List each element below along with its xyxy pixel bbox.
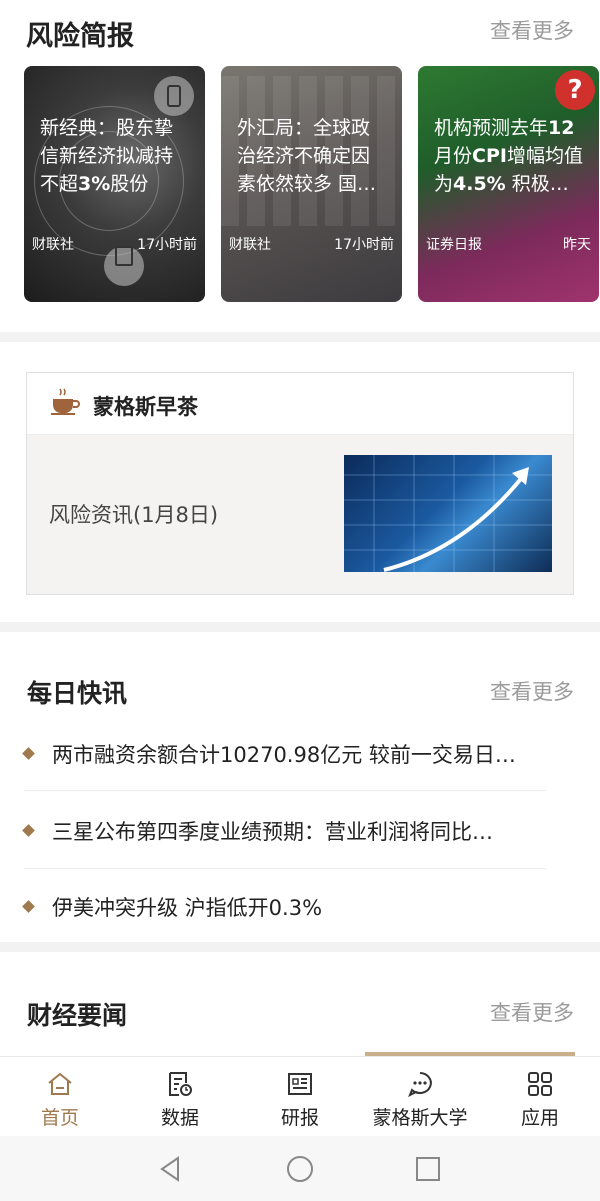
morning-tea-card[interactable]: 蒙格斯早茶 风险资讯(1月8日) [26,372,574,595]
apps-icon [528,1072,552,1096]
tab-label: 应用 [520,1107,559,1129]
tab-label: 首页 [40,1107,79,1129]
home-circle-icon[interactable] [285,1154,315,1184]
news-item[interactable]: 两市融资余额合计10270.98亿元 较前一交易日… [22,715,546,793]
risk-card-time: 昨天 [563,237,591,253]
daily-news-section: 每日快讯 查看更多 两市融资余额合计10270.98亿元 较前一交易日… 三星公… [0,632,600,942]
daily-news-title: 每日快讯 [27,679,128,708]
data-icon [169,1072,192,1096]
news-item[interactable]: 伊美冲突升级 沪指低开0.3% [22,868,546,946]
section-divider [0,332,600,342]
risk-card-time: 17小时前 [137,237,197,253]
divider [24,790,546,791]
risk-card-text: 机构预测去年12月份CPI增幅均值为4.5% 积极… [434,117,583,195]
risk-card-text: 外汇局：全球政治经济不确定因素依然较多 国… [237,117,377,195]
bottom-tab-bar: 首页 数据 研报 蒙格斯大学 应用 [0,1056,600,1136]
risk-brief-section: 风险简报 查看更多 新经典：股东挚信新经济拟减持不超3%股份 财联社 17小时前… [0,0,600,332]
morning-tea-thumbnail [344,455,552,572]
risk-card-source: 证券日报 [426,237,482,253]
question-icon: ? [555,70,595,110]
section-divider [0,942,600,952]
risk-brief-title: 风险简报 [26,21,134,52]
risk-card[interactable]: 新经典：股东挚信新经济拟减持不超3%股份 财联社 17小时前 [24,66,205,302]
section-divider [0,622,600,632]
risk-brief-more-link[interactable]: 查看更多 [490,15,574,45]
morning-tea-title: 蒙格斯早茶 [93,395,198,419]
morning-tea-item-title[interactable]: 风险资讯(1月8日) [49,499,218,529]
risk-brief-cards: 新经典：股东挚信新经济拟减持不超3%股份 财联社 17小时前 外汇局：全球政治经… [24,66,599,302]
report-icon [288,1073,312,1095]
bullet-icon [22,900,35,913]
risk-card-source: 财联社 [32,237,74,253]
morning-tea-section: 蒙格斯早茶 风险资讯(1月8日) [0,342,600,622]
risk-card-text: 新经典：股东挚信新经济拟减持不超3%股份 [40,117,174,195]
risk-card[interactable]: ? 机构预测去年12月份CPI增幅均值为4.5% 积极… 证券日报 昨天 [418,66,599,302]
finance-news-more-link[interactable]: 查看更多 [490,997,574,1027]
bullet-icon [22,747,35,760]
tab-label: 蒙格斯大学 [372,1107,468,1129]
phone-icon [154,76,194,116]
tab-report[interactable]: 研报 [240,1057,360,1137]
morning-tea-header: 蒙格斯早茶 [27,373,573,435]
tab-data[interactable]: 数据 [120,1057,240,1137]
news-item-text: 三星公布第四季度业绩预期：营业利润将同比… [52,820,493,844]
tab-label: 数据 [160,1107,199,1129]
daily-news-more-link[interactable]: 查看更多 [490,676,574,706]
recent-apps-icon[interactable] [413,1154,443,1184]
news-item[interactable]: 三星公布第四季度业绩预期：营业利润将同比… [22,792,546,870]
news-item-text: 两市融资余额合计10270.98亿元 较前一交易日… [52,743,516,767]
tab-home[interactable]: 首页 [0,1057,120,1137]
home-icon [48,1072,72,1095]
news-item-text: 伊美冲突升级 沪指低开0.3% [52,896,323,920]
tea-cup-icon [51,388,80,415]
rising-arrow-graphic [344,455,552,572]
finance-news-title: 财经要闻 [27,1001,128,1030]
chat-icon [408,1072,432,1097]
bullet-icon [22,824,35,837]
tab-apps[interactable]: 应用 [480,1057,600,1137]
finance-news-section: 财经要闻 查看更多 [0,952,600,1057]
tab-label: 研报 [280,1107,319,1129]
system-navigation-bar [0,1136,600,1201]
risk-card-source: 财联社 [229,237,271,253]
tab-university[interactable]: 蒙格斯大学 [360,1057,480,1137]
risk-card[interactable]: 外汇局：全球政治经济不确定因素依然较多 国… 财联社 17小时前 [221,66,402,302]
back-icon[interactable] [156,1154,186,1184]
risk-card-time: 17小时前 [334,237,394,253]
